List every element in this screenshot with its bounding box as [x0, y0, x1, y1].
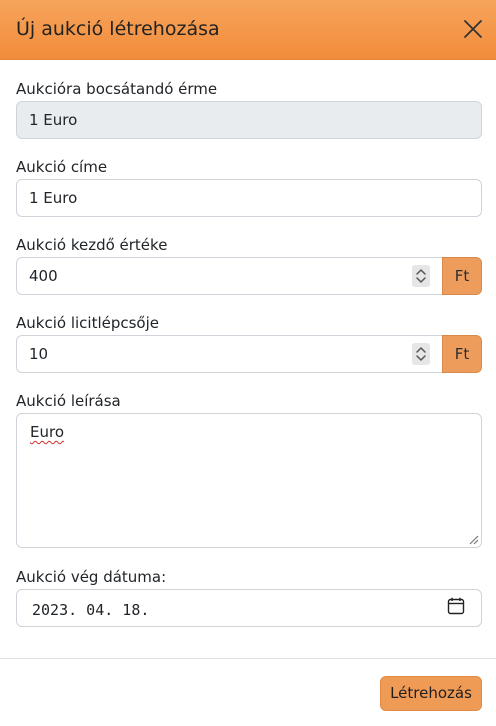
start-price-value: 400 — [29, 267, 58, 285]
description-textarea[interactable]: Euro — [16, 413, 482, 548]
spinner-icon — [416, 347, 426, 361]
modal-title: Új aukció létrehozása — [16, 18, 220, 40]
create-button[interactable]: Létrehozás — [380, 676, 482, 711]
create-auction-modal: Új aukció létrehozása Aukcióra bocsátand… — [0, 0, 496, 726]
title-label: Aukció címe — [16, 158, 108, 176]
footer-divider — [0, 658, 496, 659]
resize-grip-icon[interactable] — [467, 533, 479, 545]
description-label: Aukció leírása — [16, 392, 121, 410]
description-value: Euro — [30, 423, 64, 441]
start-price-label: Aukció kezdő értéke — [16, 236, 168, 254]
calendar-icon[interactable] — [447, 597, 465, 615]
bid-step-value: 10 — [29, 345, 49, 363]
bid-step-spinner[interactable] — [412, 343, 430, 365]
bid-step-currency: Ft — [442, 335, 482, 373]
spinner-icon — [416, 269, 426, 283]
end-date-value: 2023. 04. 18. — [32, 601, 150, 619]
close-icon — [464, 20, 482, 38]
end-date-label: Aukció vég dátuma: — [16, 568, 167, 586]
start-price-spinner[interactable] — [412, 265, 430, 287]
title-value: 1 Euro — [29, 189, 78, 207]
coin-label: Aukcióra bocsátandó érme — [16, 80, 218, 98]
coin-value: 1 Euro — [29, 111, 78, 129]
start-price-currency: Ft — [442, 257, 482, 295]
modal-header: Új aukció létrehozása — [0, 0, 496, 60]
start-price-input[interactable]: 400 — [16, 257, 443, 295]
coin-field: 1 Euro — [16, 101, 482, 139]
bid-step-input[interactable]: 10 — [16, 335, 443, 373]
title-input[interactable]: 1 Euro — [16, 179, 482, 217]
bid-step-label: Aukció licitlépcsője — [16, 314, 159, 332]
close-button[interactable] — [462, 18, 484, 40]
